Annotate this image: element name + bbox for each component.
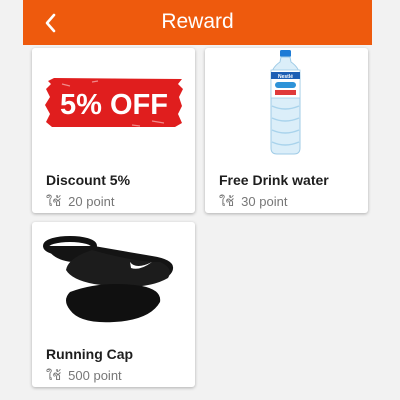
discount-image: 5% OFF bbox=[32, 48, 195, 158]
water-bottle-image: Nestlé bbox=[205, 48, 368, 158]
reward-name: Free Drink water bbox=[219, 172, 329, 188]
reward-points: ใช้ 500 point bbox=[46, 365, 122, 386]
reward-card-running-cap[interactable]: Running Cap ใช้ 500 point bbox=[32, 222, 195, 387]
reward-name: Running Cap bbox=[46, 346, 134, 362]
reward-points: ใช้ 20 point bbox=[46, 191, 114, 212]
app-bar: Reward bbox=[23, 0, 372, 45]
points-value: 30 point bbox=[241, 194, 288, 209]
reward-points: ใช้ 30 point bbox=[219, 191, 287, 212]
running-cap-image bbox=[32, 222, 195, 332]
discount-badge-text: 5% OFF bbox=[60, 89, 168, 121]
use-label: ใช้ bbox=[46, 194, 62, 209]
use-label: ใช้ bbox=[46, 368, 62, 383]
points-value: 20 point bbox=[68, 194, 115, 209]
points-value: 500 point bbox=[68, 368, 122, 383]
reward-card-drink-water[interactable]: Nestlé Free Drink water ใช้ 30 point bbox=[205, 48, 368, 213]
bottle-brand-text: Nestlé bbox=[278, 74, 293, 80]
reward-name: Discount 5% bbox=[46, 172, 131, 188]
reward-card-discount[interactable]: 5% OFF Discount 5% ใช้ 20 point bbox=[32, 48, 195, 213]
use-label: ใช้ bbox=[219, 194, 235, 209]
page-title: Reward bbox=[161, 10, 234, 33]
